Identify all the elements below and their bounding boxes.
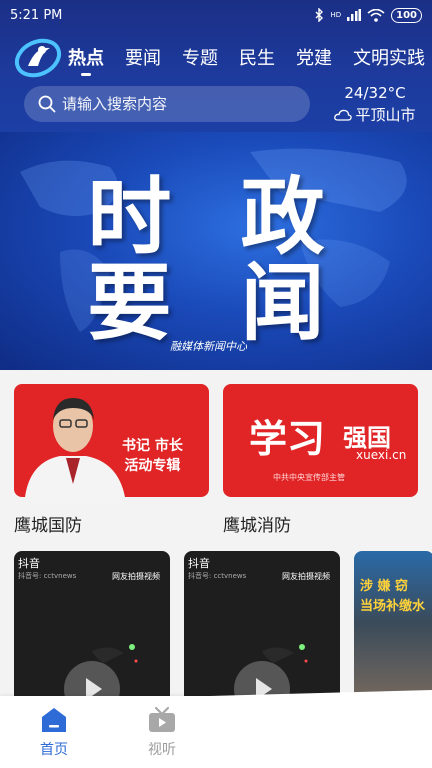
weather-widget[interactable]: 24/32°C 平顶山市 [322,84,428,125]
video-caption: 涉 嫌 窃 当场补缴水 [360,577,425,617]
weather-city: 平顶山市 [355,106,416,124]
status-icons: HD 100 [314,7,422,23]
weather-city-row: 平顶山市 [322,104,428,125]
weather-temperature: 24/32°C [344,84,406,102]
app-logo [14,38,62,78]
xuexi-url-text: xuexi.cn [356,448,407,462]
nav-watch-label: 视听 [148,742,176,758]
headline-banner[interactable]: 时 政 要 闻 融媒体新闻中心 [0,132,432,370]
network-type: HD [330,10,342,19]
banner-watermark: 融媒体新闻中心 [170,340,247,353]
nav-home[interactable]: 首页 [24,706,84,759]
video-caption-line1: 涉 嫌 窃 [360,579,409,594]
tab-party[interactable]: 党建 [296,44,332,76]
card-image: 书记 市长 活动专辑 [14,384,209,497]
tab-hot[interactable]: 热点 [68,44,104,76]
tab-topics[interactable]: 专题 [182,44,218,76]
video-caption-line2: 当场补缴水 [360,599,426,614]
tab-livelihood[interactable]: 民生 [239,44,275,76]
search-bar[interactable] [24,86,310,122]
nav-watch[interactable]: 视听 [132,706,192,759]
video-strip: 抖音 抖音号: cctvnews 网友拍摄视频 抖音 抖音号: cctvnews… [14,551,432,711]
video-card[interactable]: 涉 嫌 窃 当场补缴水 [354,551,432,711]
xuexi-subtitle: 中共中央宣传部主管 [273,473,345,482]
search-input[interactable] [62,95,282,113]
card-title: 鹰城消防 [223,516,291,536]
tv-icon [149,706,175,732]
category-tabs: 热点 要闻 专题 民生 党建 文明实践 [68,44,432,76]
nav-home-label: 首页 [40,742,68,758]
app-header: 5:21 PM HD 100 热点 要闻 专题 民生 党建 文明实践 24/32… [0,0,432,132]
feature-cards: 书记 市长 活动专辑 鹰城国防 学习 强国 xuexi.cn 中共中央宣传部主管… [14,384,418,536]
video-card[interactable]: 抖音 抖音号: cctvnews 网友拍摄视频 [184,551,340,711]
status-bar: 5:21 PM HD 100 [0,0,432,30]
person-photo [25,398,125,497]
search-icon [38,95,56,113]
video-card[interactable]: 抖音 抖音号: cctvnews 网友拍摄视频 [14,551,170,711]
xuexi-logo-text: 学习 [249,416,326,461]
tab-news[interactable]: 要闻 [125,44,161,76]
feature-card-defense[interactable]: 书记 市长 活动专辑 鹰城国防 [14,384,209,536]
card-title: 鹰城国防 [14,516,82,536]
cloud-icon [334,109,353,121]
wifi-icon [367,8,385,22]
feature-card-fire[interactable]: 学习 强国 xuexi.cn 中共中央宣传部主管 鹰城消防 [223,384,418,536]
home-icon [42,708,66,732]
tab-civilization[interactable]: 文明实践 [353,44,425,76]
card-image-text: 书记 市长 活动专辑 [122,438,183,474]
battery-indicator: 100 [391,7,422,23]
bluetooth-icon [315,8,324,22]
signal-icon [347,9,362,21]
status-time: 5:21 PM [10,7,63,23]
card-image: 学习 强国 xuexi.cn 中共中央宣传部主管 [223,384,418,497]
page-corner-overlay [210,690,432,768]
